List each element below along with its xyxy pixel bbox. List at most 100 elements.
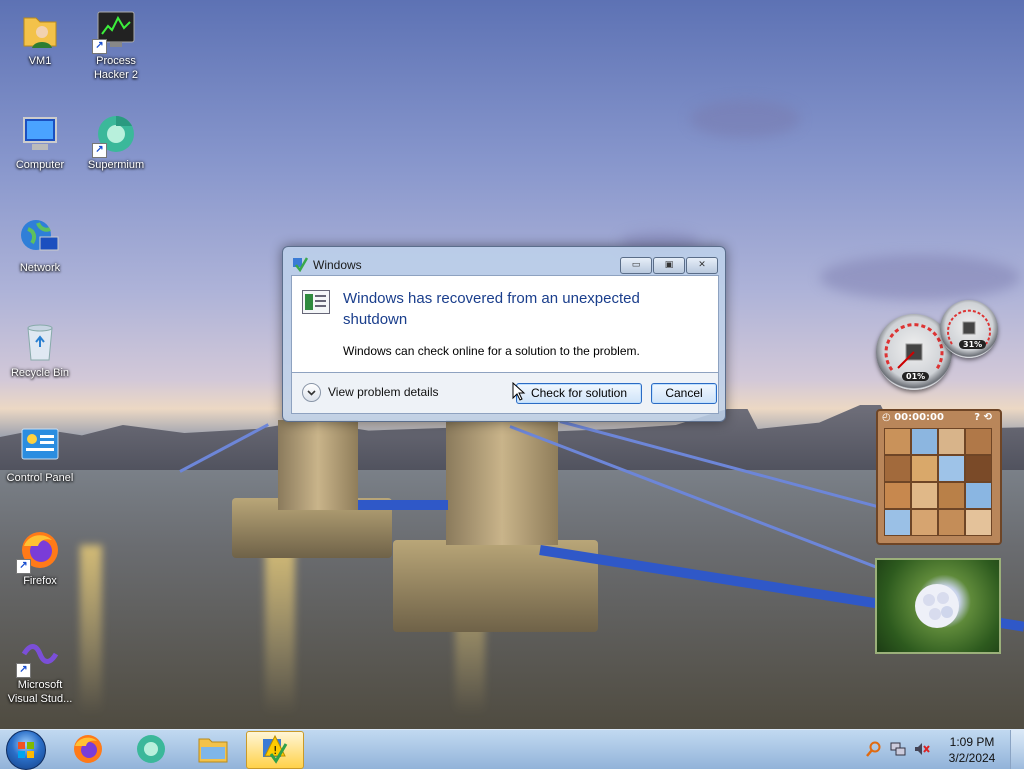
- taskbar-clock[interactable]: 1:09 PM 3/2/2024: [944, 734, 1000, 766]
- desktop-icon-label: Computer: [15, 159, 65, 171]
- taskbar: ! 1:09 PM 3/2/2024: [0, 729, 1024, 770]
- puzzle-header: ◴ 00:00:00 ? ⟲: [882, 412, 994, 426]
- supermium-icon: ↗: [92, 112, 138, 158]
- dialog-subtext: Windows can check online for a solution …: [343, 344, 640, 358]
- taskbar-supermium[interactable]: [123, 731, 179, 767]
- wallpaper-tower: [278, 420, 358, 510]
- control-panel-icon: [18, 425, 62, 469]
- maximize-icon: ▣: [664, 260, 674, 270]
- network-globe-icon: [18, 215, 62, 259]
- dialog-footer: View problem details Check for solution …: [291, 373, 719, 414]
- windows-logo-icon: [18, 742, 34, 758]
- wallpaper-reflection: [265, 545, 295, 715]
- wallpaper-reflection: [80, 545, 102, 715]
- file-explorer-icon: [198, 738, 228, 763]
- desktop-icon-label: VM1: [28, 55, 52, 67]
- visual-studio-icon: ↗: [16, 632, 62, 678]
- memory-meter-gadget[interactable]: 31%: [940, 300, 998, 358]
- puzzle-tile[interactable]: [965, 455, 992, 482]
- clock-date: 3/2/2024: [948, 751, 996, 765]
- puzzle-tile[interactable]: [884, 482, 911, 509]
- puzzle-tile[interactable]: [965, 509, 992, 536]
- maximize-button[interactable]: ▣: [653, 257, 685, 274]
- shortcut-arrow-icon: ↗: [16, 663, 31, 678]
- shortcut-arrow-icon: ↗: [92, 143, 107, 158]
- firefox-icon: [74, 735, 102, 763]
- puzzle-tile[interactable]: [911, 428, 938, 455]
- desktop-icon-process-hacker[interactable]: ↗ Process Hacker 2: [76, 8, 156, 82]
- desktop-icon-label: Firefox: [23, 575, 57, 587]
- dialog-title: Windows: [313, 258, 362, 272]
- shortcut-arrow-icon: ↗: [16, 559, 31, 574]
- dialog-heading: Windows has recovered from an unexpected…: [343, 290, 640, 328]
- desktop-icon-label: Network: [19, 262, 61, 274]
- desktop-icon-label: Control Panel: [6, 472, 74, 484]
- taskbar-firefox[interactable]: [60, 731, 116, 767]
- check-for-solution-button[interactable]: Check for solution: [516, 383, 642, 404]
- puzzle-tile[interactable]: [938, 509, 965, 536]
- desktop-icon-control-panel[interactable]: Control Panel: [0, 425, 80, 485]
- memory-dial-icon: [947, 309, 991, 345]
- memory-usage-readout: 31%: [959, 340, 987, 349]
- puzzle-tile[interactable]: [884, 509, 911, 536]
- puzzle-tile[interactable]: [911, 455, 938, 482]
- minimize-button[interactable]: ▭: [620, 257, 652, 274]
- process-hacker-icon: ↗: [92, 8, 138, 54]
- clock-time: 1:09 PM: [949, 735, 995, 749]
- view-problem-details-link[interactable]: View problem details: [328, 385, 439, 399]
- close-icon: ✕: [698, 260, 706, 270]
- windows-checkmark-icon: [293, 257, 308, 272]
- desktop-icon-label: Supermium: [87, 159, 145, 171]
- taskbar-file-explorer[interactable]: [185, 731, 241, 767]
- mouse-pointer-icon: [512, 382, 526, 401]
- start-button[interactable]: [6, 730, 46, 770]
- shuffle-icon[interactable]: ⟲: [984, 412, 992, 423]
- user-folder-icon: [18, 8, 62, 52]
- wallpaper-bridge-walkway: [358, 500, 448, 510]
- puzzle-tile[interactable]: [938, 482, 965, 509]
- cpu-usage-readout: 01%: [902, 372, 930, 381]
- chevron-down-icon: [307, 390, 316, 396]
- puzzle-tile[interactable]: [965, 428, 992, 455]
- expand-details-button[interactable]: [302, 383, 321, 402]
- cancel-button[interactable]: Cancel: [651, 383, 717, 404]
- minimize-icon: ▭: [631, 260, 641, 270]
- volume-muted-icon[interactable]: [914, 741, 930, 757]
- wallpaper-cloud: [820, 255, 1020, 300]
- desktop-icon-network[interactable]: Network: [0, 215, 80, 275]
- recycle-bin-icon: [18, 320, 62, 364]
- hydrangea-photo: [915, 584, 959, 628]
- supermium-icon: [137, 735, 165, 763]
- desktop-icon-label: Process Hacker 2: [93, 55, 139, 81]
- slideshow-gadget[interactable]: [875, 558, 1001, 654]
- desktop-icon-firefox[interactable]: ↗ Firefox: [0, 528, 80, 588]
- close-button[interactable]: ✕: [686, 257, 718, 274]
- puzzle-tile[interactable]: [965, 482, 992, 509]
- desktop-icon-label: Recycle Bin: [10, 367, 70, 379]
- desktop-icon-recycle-bin[interactable]: Recycle Bin: [0, 320, 80, 380]
- show-desktop-button[interactable]: [1010, 730, 1024, 769]
- puzzle-timer: 00:00:00: [894, 412, 944, 423]
- desktop-icon-vm1[interactable]: VM1: [0, 8, 80, 68]
- search-tray-icon[interactable]: [866, 741, 882, 757]
- help-icon[interactable]: ?: [974, 412, 980, 423]
- clock-icon: ◴: [882, 412, 891, 423]
- puzzle-tile[interactable]: [911, 482, 938, 509]
- puzzle-tile[interactable]: [938, 428, 965, 455]
- puzzle-tile[interactable]: [911, 509, 938, 536]
- puzzle-grid: [884, 428, 992, 536]
- windows-action-center-icon: !: [263, 734, 288, 764]
- desktop-icon-supermium[interactable]: ↗ Supermium: [76, 112, 156, 172]
- picture-puzzle-gadget[interactable]: ◴ 00:00:00 ? ⟲: [876, 409, 1002, 545]
- puzzle-tile[interactable]: [884, 428, 911, 455]
- desktop-icon-visual-studio[interactable]: ↗ Microsoft Visual Stud...: [0, 632, 80, 706]
- problem-report-icon: [302, 290, 330, 314]
- wallpaper-cloud: [690, 100, 800, 138]
- taskbar-action-center[interactable]: !: [246, 731, 304, 769]
- puzzle-tile[interactable]: [884, 455, 911, 482]
- windows-recovery-dialog: Windows ▭ ▣ ✕ Windows has recovered from…: [282, 246, 726, 422]
- desktop-icon-computer[interactable]: Computer: [0, 112, 80, 172]
- svg-text:!: !: [273, 744, 277, 757]
- puzzle-tile[interactable]: [938, 455, 965, 482]
- network-tray-icon[interactable]: [890, 741, 906, 757]
